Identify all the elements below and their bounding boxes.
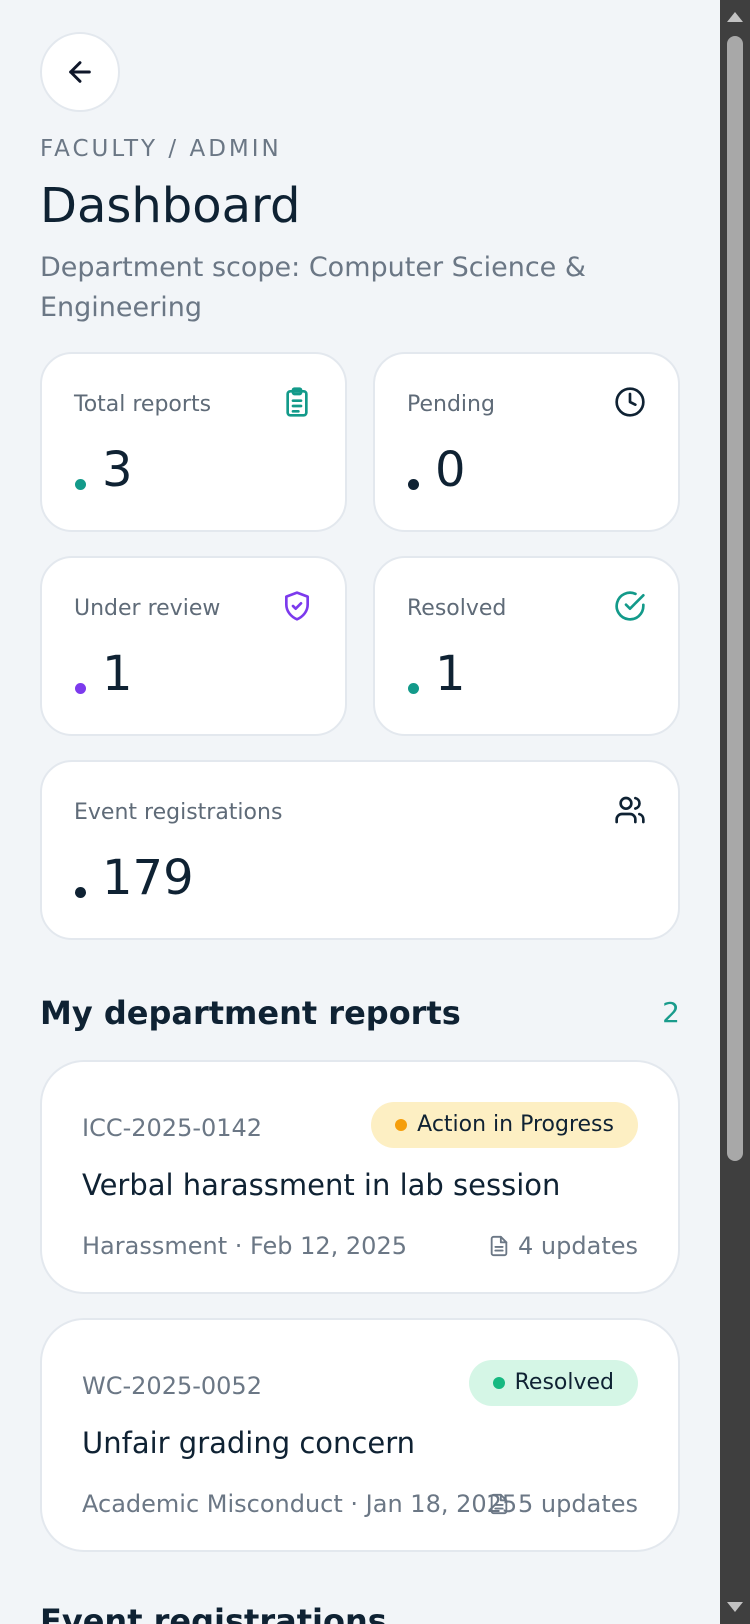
stat-label: Resolved xyxy=(407,596,507,621)
status-label: Action in Progress xyxy=(417,1112,614,1137)
report-updates: 5 updates xyxy=(488,1490,638,1518)
stat-card-resolved[interactable]: Resolved 1 xyxy=(373,556,680,736)
updates-count: 5 updates xyxy=(518,1490,638,1518)
stat-label: Event registrations xyxy=(74,800,283,825)
report-id: WC-2025-0052 xyxy=(82,1372,262,1400)
users-icon xyxy=(615,796,645,824)
report-card[interactable]: WC-2025-0052 Resolved Unfair grading con… xyxy=(40,1318,680,1552)
scroll-up-arrow-icon[interactable] xyxy=(727,12,743,22)
stat-value: 1 xyxy=(102,646,133,702)
report-meta: Academic Misconduct · Jan 18, 2025 xyxy=(82,1490,518,1518)
report-meta: Harassment · Feb 12, 2025 xyxy=(82,1232,407,1260)
check-circle-icon xyxy=(615,591,645,621)
role-breadcrumb: FACULTY / ADMIN xyxy=(40,136,282,162)
reports-section-title: My department reports xyxy=(40,994,461,1032)
scrollbar-thumb[interactable] xyxy=(727,36,743,1161)
arrow-left-icon xyxy=(69,61,91,83)
stat-value: 179 xyxy=(102,850,194,906)
report-id: ICC-2025-0142 xyxy=(82,1114,263,1142)
dashboard-page: FACULTY / ADMIN Dashboard Department sco… xyxy=(0,0,720,1624)
stat-dot xyxy=(75,887,86,898)
report-card[interactable]: ICC-2025-0142 Action in Progress Verbal … xyxy=(40,1060,680,1294)
report-title: Verbal harassment in lab session xyxy=(82,1168,561,1202)
clock-icon xyxy=(615,387,645,417)
stat-value: 3 xyxy=(102,442,133,498)
stat-label: Under review xyxy=(74,596,221,621)
stat-dot xyxy=(75,479,86,490)
stat-dot xyxy=(408,683,419,694)
stat-card-under-review[interactable]: Under review 1 xyxy=(40,556,347,736)
updates-count: 4 updates xyxy=(518,1232,638,1260)
stat-card-event-registrations[interactable]: Event registrations 179 xyxy=(40,760,680,940)
scroll-down-arrow-icon[interactable] xyxy=(727,1602,743,1612)
stat-card-pending[interactable]: Pending 0 xyxy=(373,352,680,532)
page-title: Dashboard xyxy=(40,178,301,234)
shield-check-icon xyxy=(285,591,309,621)
back-button[interactable] xyxy=(40,32,120,112)
status-badge: Action in Progress xyxy=(371,1102,638,1148)
stat-value: 1 xyxy=(435,646,466,702)
status-dot xyxy=(395,1119,408,1131)
vertical-scrollbar[interactable] xyxy=(720,0,750,1624)
stat-card-total-reports[interactable]: Total reports 3 xyxy=(40,352,347,532)
event-registrations-section-title: Event registrations xyxy=(40,1602,387,1624)
department-scope: Department scope: Computer Science & Eng… xyxy=(40,252,586,323)
status-label: Resolved xyxy=(514,1370,614,1395)
document-icon xyxy=(490,1235,508,1257)
stat-label: Pending xyxy=(407,392,495,417)
clipboard-icon xyxy=(286,387,308,417)
status-badge: Resolved xyxy=(468,1360,638,1406)
stat-value: 0 xyxy=(435,442,466,498)
report-updates: 4 updates xyxy=(488,1232,638,1260)
report-title: Unfair grading concern xyxy=(82,1426,416,1460)
reports-count: 2 xyxy=(662,996,680,1029)
status-dot xyxy=(492,1377,505,1389)
stat-dot xyxy=(408,479,419,490)
stat-dot xyxy=(75,683,86,694)
document-icon xyxy=(490,1493,508,1515)
stat-label: Total reports xyxy=(74,392,212,417)
